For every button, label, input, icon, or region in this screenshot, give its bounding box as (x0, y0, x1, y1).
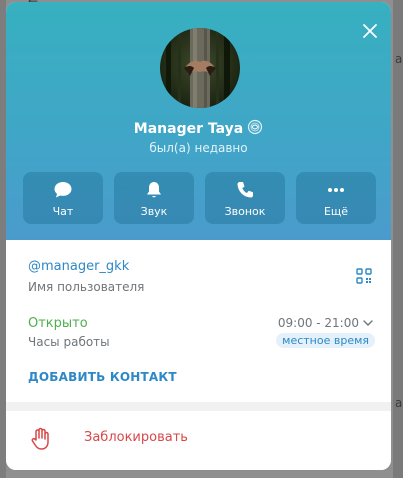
more-button[interactable]: Ещё (296, 172, 376, 224)
block-user-button[interactable]: Заблокировать (6, 411, 391, 470)
business-hours-value: 09:00 - 21:00 (277, 316, 359, 330)
block-user-label: Заблокировать (84, 430, 188, 445)
profile-dialog: Manager Taya был(а) недавно Чат Звук Зво… (6, 2, 391, 470)
profile-header: Manager Taya был(а) недавно Чат Звук Зво… (6, 2, 391, 240)
background-text-fragment: a (395, 52, 403, 66)
call-button-label: Звонок (224, 205, 266, 218)
more-button-label: Ещё (323, 205, 349, 218)
username-link[interactable]: @manager_gkk (28, 259, 129, 274)
chat-button[interactable]: Чат (23, 172, 103, 224)
chat-bubble-icon (54, 182, 72, 198)
close-button[interactable] (361, 22, 379, 40)
profile-name-text: Manager Taya (133, 121, 244, 137)
phone-icon (237, 182, 253, 198)
qr-code-icon (356, 268, 372, 284)
business-open-status: Открыто (28, 316, 88, 331)
local-time-badge[interactable]: местное время (276, 333, 375, 348)
business-hours-dropdown[interactable]: 09:00 - 21:00 (278, 316, 373, 330)
chat-button-label: Чат (52, 205, 74, 218)
bell-icon (147, 182, 161, 198)
last-seen-status: был(а) недавно (149, 141, 248, 155)
verified-swirl-icon (247, 119, 263, 139)
background-text-fragment: a (395, 396, 403, 410)
hand-stop-icon (31, 427, 49, 450)
profile-info-section: @manager_gkk Имя пользователя Открыто Ча… (6, 240, 391, 402)
chevron-down-icon (363, 320, 373, 326)
avatar[interactable] (160, 28, 240, 108)
add-contact-button[interactable]: ДОБАВИТЬ КОНТАКТ (28, 370, 177, 384)
sound-button[interactable]: Звук (114, 172, 194, 224)
more-dots-icon (328, 188, 344, 192)
close-icon (363, 24, 377, 38)
profile-name: Manager Taya (6, 119, 391, 139)
qr-code-button[interactable] (356, 268, 372, 288)
avatar-photo (160, 28, 240, 108)
username-caption: Имя пользователя (28, 280, 145, 294)
sound-button-label: Звук (140, 205, 168, 218)
business-hours-caption: Часы работы (28, 335, 110, 349)
call-button[interactable]: Звонок (205, 172, 285, 224)
